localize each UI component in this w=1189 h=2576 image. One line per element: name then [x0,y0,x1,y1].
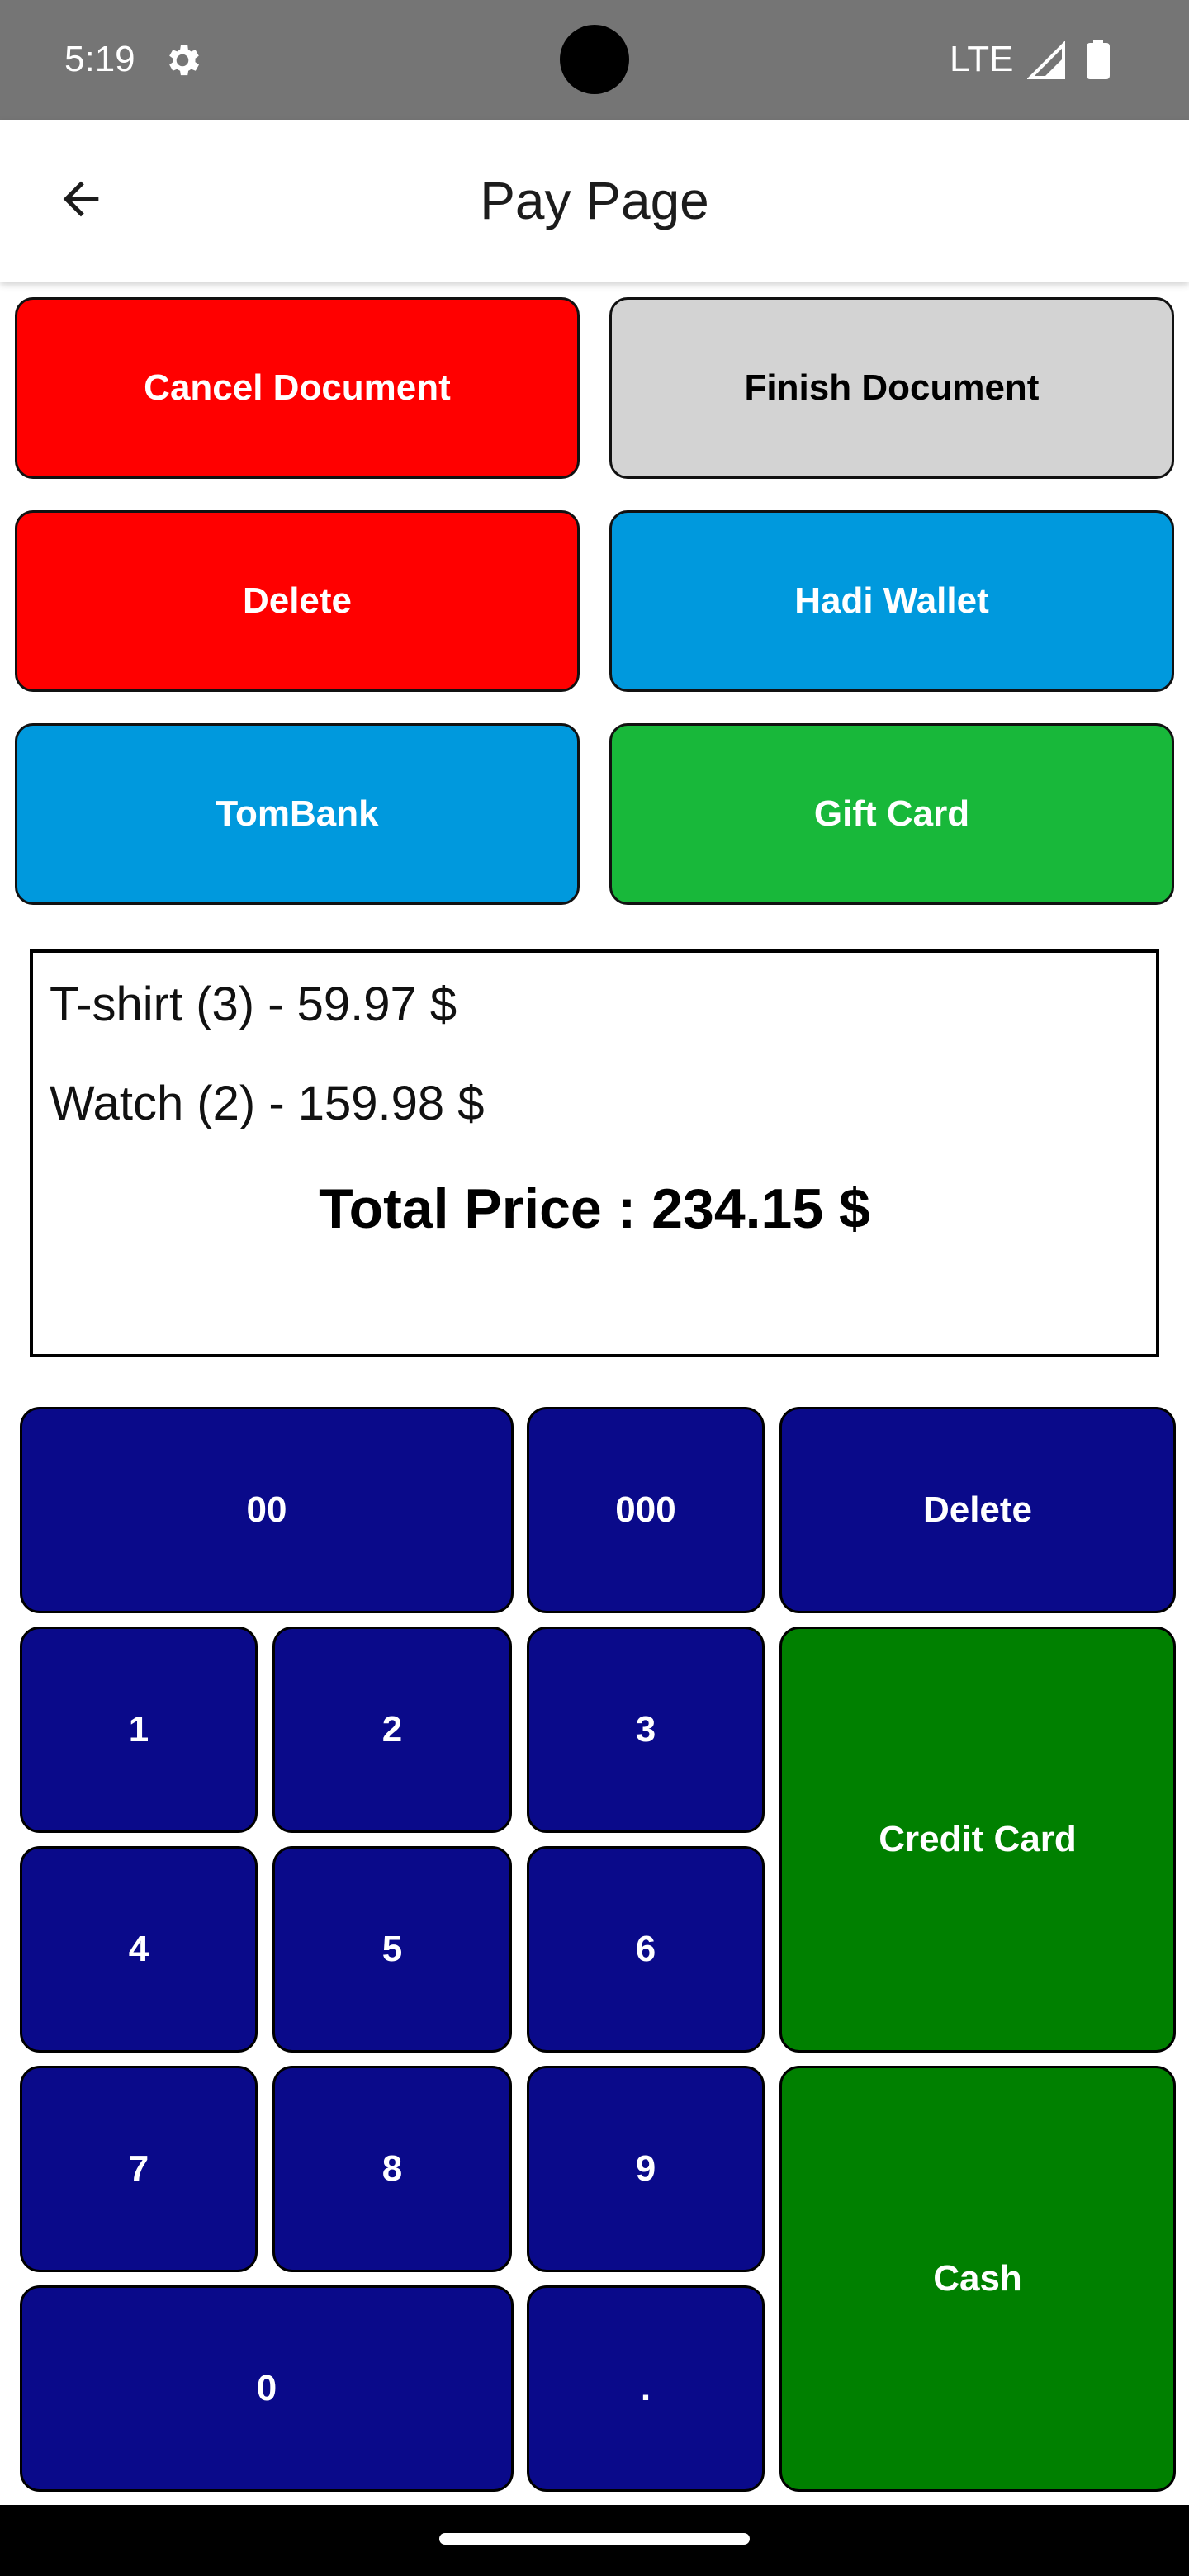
key-0[interactable]: 0 [20,2285,514,2492]
receipt-item: T-shirt (3) - 59.97 $ [50,978,457,1031]
key-5[interactable]: 5 [272,1846,512,2053]
key-00[interactable]: 00 [20,1407,514,1613]
settings-gear-icon [162,40,203,81]
tombank-button[interactable]: TomBank [15,723,580,905]
cash-button[interactable]: Cash [779,2066,1176,2492]
keypad-delete-button[interactable]: Delete [779,1407,1176,1613]
cancel-document-button[interactable]: Cancel Document [15,297,580,479]
total-price: Total Price : 234.15 $ [319,1177,870,1240]
key-9[interactable]: 9 [527,2066,765,2272]
camera-cutout [560,25,629,94]
credit-card-button[interactable]: Credit Card [779,1627,1176,2053]
key-8[interactable]: 8 [272,2066,512,2272]
page-title: Pay Page [480,171,709,230]
system-nav-bar [0,2505,1189,2576]
network-label: LTE [950,39,1014,79]
receipt-item: Watch (2) - 159.98 $ [50,1077,485,1130]
battery-icon [1087,40,1110,79]
signal-icon [1026,40,1067,81]
status-bar: 5:19 LTE [0,0,1189,120]
key-decimal[interactable]: . [527,2285,765,2492]
gift-card-button[interactable]: Gift Card [609,723,1174,905]
home-gesture-handle[interactable] [439,2533,750,2545]
finish-document-button[interactable]: Finish Document [609,297,1174,479]
delete-item-button[interactable]: Delete [15,510,580,692]
key-000[interactable]: 000 [527,1407,765,1613]
key-6[interactable]: 6 [527,1846,765,2053]
hadi-wallet-button[interactable]: Hadi Wallet [609,510,1174,692]
key-3[interactable]: 3 [527,1627,765,1833]
app-bar: Pay Page [0,120,1189,282]
status-time: 5:19 [64,39,135,79]
receipt-box: T-shirt (3) - 59.97 $ Watch (2) - 159.98… [30,949,1159,1357]
key-1[interactable]: 1 [20,1627,258,1833]
key-7[interactable]: 7 [20,2066,258,2272]
key-4[interactable]: 4 [20,1846,258,2053]
key-2[interactable]: 2 [272,1627,512,1833]
